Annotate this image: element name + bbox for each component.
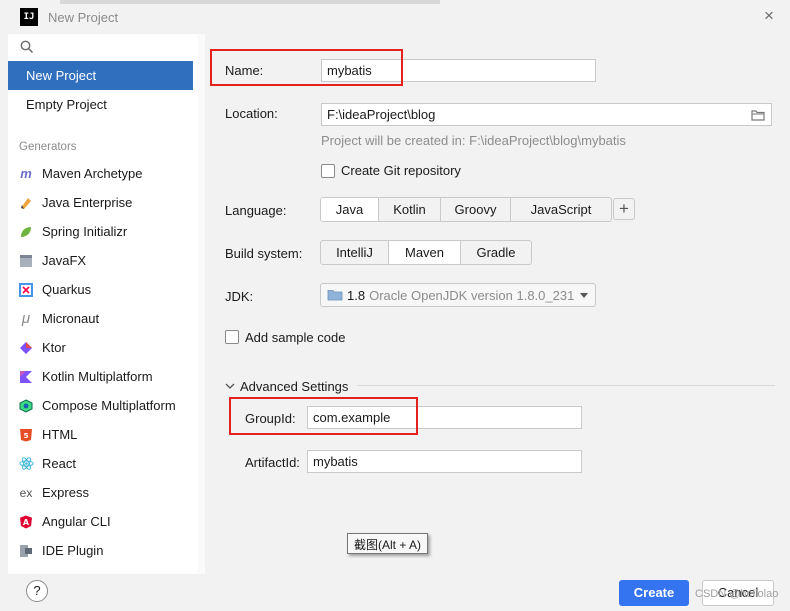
sidebar: New Project Empty Project Generators m M… xyxy=(8,34,205,574)
highlight-name xyxy=(210,49,403,86)
sidebar-scrollbar[interactable] xyxy=(198,34,205,574)
sidebar-item-label: New Project xyxy=(26,68,97,83)
jdk-name: Oracle OpenJDK version 1.8.0_231 xyxy=(369,287,575,303)
quarkus-icon xyxy=(18,282,34,298)
git-checkbox[interactable] xyxy=(321,164,335,178)
location-input[interactable]: F:\ideaProject\blog xyxy=(321,103,772,126)
background-code-strip xyxy=(60,0,440,4)
watermark: CSDN @hellolao xyxy=(695,588,779,600)
spring-icon xyxy=(18,224,34,240)
generator-quarkus[interactable]: Quarkus xyxy=(18,275,198,304)
help-button[interactable]: ? xyxy=(26,580,48,602)
generator-label: Micronaut xyxy=(42,311,100,326)
jdk-select[interactable]: 1.8 Oracle OpenJDK version 1.8.0_231 xyxy=(320,283,596,307)
sample-code-checkbox[interactable] xyxy=(225,330,239,344)
location-hint: Project will be created in: F:\ideaProje… xyxy=(321,133,626,148)
generator-micronaut[interactable]: μ Micronaut xyxy=(18,304,198,333)
generator-ide-plugin[interactable]: IDE Plugin xyxy=(18,536,198,565)
dialog-footer: ? Create Cancel CSDN @hellolao xyxy=(0,574,790,611)
git-label: Create Git repository xyxy=(341,163,461,178)
jdk-label: JDK: xyxy=(225,289,254,304)
jdk-version: 1.8 xyxy=(347,287,366,303)
sidebar-item-new-project[interactable]: New Project xyxy=(8,61,193,90)
language-label: Language: xyxy=(225,203,287,218)
generator-label: JavaFX xyxy=(42,253,87,268)
advanced-settings-toggle[interactable]: Advanced Settings xyxy=(225,378,348,394)
build-option-gradle[interactable]: Gradle xyxy=(461,241,531,264)
generator-label: IDE Plugin xyxy=(42,543,104,558)
language-option-kotlin[interactable]: Kotlin xyxy=(379,198,441,221)
maven-icon: m xyxy=(20,165,32,181)
location-label: Location: xyxy=(225,106,278,121)
svg-text:5: 5 xyxy=(24,432,29,440)
screenshot-tooltip: 截图(Alt + A) xyxy=(347,533,429,554)
window-title: New Project xyxy=(48,10,119,25)
add-language-button[interactable]: + xyxy=(613,198,635,220)
build-system-label: Build system: xyxy=(225,246,303,261)
create-button[interactable]: Create xyxy=(619,580,689,606)
close-icon[interactable]: × xyxy=(758,5,780,27)
generator-label: Ktor xyxy=(42,340,66,355)
project-form: Name: mybatis Location: F:\ideaProject\b… xyxy=(205,34,790,574)
highlight-groupid xyxy=(229,397,418,435)
sidebar-item-empty-project[interactable]: Empty Project xyxy=(8,90,193,119)
generator-react[interactable]: React xyxy=(18,449,198,478)
sample-code-label: Add sample code xyxy=(245,330,346,345)
generator-label: Kotlin Multiplatform xyxy=(42,369,153,384)
search-icon[interactable] xyxy=(20,40,34,54)
jdk-folder-icon xyxy=(327,290,343,301)
language-option-groovy[interactable]: Groovy xyxy=(441,198,511,221)
build-option-intellij[interactable]: IntelliJ xyxy=(321,241,389,264)
location-value: F:\ideaProject\blog xyxy=(327,107,436,122)
language-option-java[interactable]: Java xyxy=(321,198,379,221)
svg-text:A: A xyxy=(23,518,30,527)
folder-icon[interactable] xyxy=(751,109,765,121)
kotlin-icon xyxy=(18,369,34,385)
generator-java-enterprise[interactable]: Java Enterprise xyxy=(18,188,198,217)
generator-label: Spring Initializr xyxy=(42,224,128,239)
generator-label: Angular CLI xyxy=(42,514,111,529)
generator-label: Java Enterprise xyxy=(42,195,133,210)
generator-express[interactable]: ex Express xyxy=(18,478,198,507)
generator-angular-cli[interactable]: A Angular CLI xyxy=(18,507,198,536)
ktor-icon xyxy=(18,340,34,356)
build-system-selector: IntelliJ Maven Gradle xyxy=(320,240,532,265)
generator-label: Maven Archetype xyxy=(42,166,143,181)
chevron-down-icon xyxy=(580,293,588,298)
generators-header: Generators xyxy=(19,141,77,153)
generator-spring-initializr[interactable]: Spring Initializr xyxy=(18,217,198,246)
generator-label: HTML xyxy=(42,427,78,442)
sidebar-item-label: Empty Project xyxy=(26,97,107,112)
plugin-icon xyxy=(18,543,34,559)
generator-label: Compose Multiplatform xyxy=(42,398,176,413)
language-option-javascript[interactable]: JavaScript xyxy=(511,198,611,221)
generator-label: Quarkus xyxy=(42,282,92,297)
generator-kotlin-multiplatform[interactable]: Kotlin Multiplatform xyxy=(18,362,198,391)
artifactid-label: ArtifactId: xyxy=(245,455,300,470)
generator-html[interactable]: 5 HTML xyxy=(18,420,198,449)
java-enterprise-icon xyxy=(18,195,34,211)
html5-icon: 5 xyxy=(18,427,34,443)
micronaut-icon: μ xyxy=(21,309,31,327)
javafx-icon xyxy=(18,253,34,269)
advanced-settings-label: Advanced Settings xyxy=(240,378,349,394)
express-icon: ex xyxy=(19,485,33,500)
advanced-separator xyxy=(357,385,775,386)
angular-icon: A xyxy=(18,514,34,530)
compose-icon xyxy=(18,398,34,414)
generator-label: Express xyxy=(42,485,89,500)
generator-javafx[interactable]: JavaFX xyxy=(18,246,198,275)
title-bar: IJ New Project × xyxy=(0,0,790,34)
artifactid-input[interactable]: mybatis xyxy=(307,450,582,473)
generator-maven-archetype[interactable]: m Maven Archetype xyxy=(18,159,198,188)
intellij-app-icon: IJ xyxy=(20,8,38,26)
generator-ktor[interactable]: Ktor xyxy=(18,333,198,362)
chevron-down-icon xyxy=(225,383,235,389)
sidebar-search[interactable] xyxy=(8,34,205,60)
build-option-maven[interactable]: Maven xyxy=(389,241,461,264)
generator-compose-multiplatform[interactable]: Compose Multiplatform xyxy=(18,391,198,420)
react-icon xyxy=(18,456,34,472)
language-selector: Java Kotlin Groovy JavaScript xyxy=(320,197,612,222)
generator-label: React xyxy=(42,456,76,471)
